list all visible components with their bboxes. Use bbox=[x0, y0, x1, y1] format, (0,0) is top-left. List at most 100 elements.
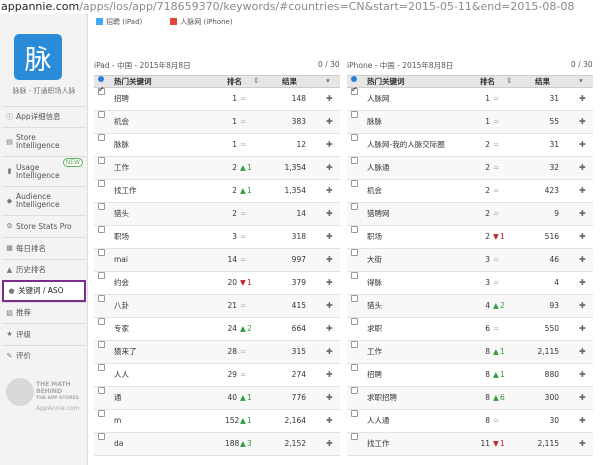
table-row[interactable]: 猎头 2 = 14 ✚ bbox=[94, 203, 340, 226]
pin-icon[interactable]: ✚ bbox=[579, 318, 586, 340]
table-row[interactable]: 工作 2 ▲ 1 1,354 ✚ bbox=[94, 157, 340, 180]
pin-icon[interactable]: ✚ bbox=[326, 203, 333, 225]
sidebar-item-0[interactable]: ⓘ App详细信息 bbox=[2, 106, 86, 127]
table-row[interactable]: mai 14 = 997 ✚ bbox=[94, 249, 340, 272]
keyword-cell[interactable]: 大街 bbox=[367, 249, 382, 271]
keyword-cell[interactable]: 招聘 bbox=[114, 88, 129, 110]
row-checkbox[interactable] bbox=[351, 180, 358, 187]
table-row[interactable]: 职场 2 ▼ 1 516 ✚ bbox=[347, 226, 593, 249]
pin-icon[interactable]: ✚ bbox=[579, 341, 586, 363]
keyword-cell[interactable]: 工作 bbox=[114, 157, 129, 179]
table-row[interactable]: 找工作 2 ▲ 1 1,354 ✚ bbox=[94, 180, 340, 203]
sidebar-item-7[interactable]: ● 关键词 / ASO bbox=[2, 280, 86, 302]
keyword-cell[interactable]: 人脉网-我的人脉交际圈 bbox=[367, 134, 445, 156]
app-icon[interactable]: 脉 bbox=[14, 34, 62, 80]
pin-icon[interactable]: ✚ bbox=[326, 295, 333, 317]
pin-icon[interactable]: ✚ bbox=[579, 134, 586, 156]
sidebar-item-9[interactable]: ★ 评级 bbox=[2, 323, 86, 345]
pin-icon[interactable]: ✚ bbox=[326, 88, 333, 110]
keyword-cell[interactable]: 专家 bbox=[114, 318, 129, 340]
table-row[interactable]: 通 40 ▲ 1 776 ✚ bbox=[94, 387, 340, 410]
keyword-cell[interactable]: 人脉通 bbox=[367, 157, 390, 179]
table-row[interactable]: 八卦 21 = 415 ✚ bbox=[94, 295, 340, 318]
pin-icon[interactable]: ✚ bbox=[326, 318, 333, 340]
table-row[interactable]: 得脉 3 = 4 ✚ bbox=[347, 272, 593, 295]
sidebar-item-5[interactable]: ▦ 每日排名 bbox=[2, 237, 86, 259]
keyword-cell[interactable]: 求职 bbox=[367, 318, 382, 340]
keyword-cell[interactable]: 求职招聘 bbox=[367, 387, 397, 409]
sidebar-item-10[interactable]: ✎ 评价 bbox=[2, 345, 86, 366]
keyword-cell[interactable]: 职场 bbox=[114, 226, 129, 248]
keyword-cell[interactable]: 人人通 bbox=[367, 410, 390, 432]
keyword-cell[interactable]: 猎头 bbox=[367, 295, 382, 317]
pin-icon[interactable]: ✚ bbox=[579, 272, 586, 294]
row-checkbox[interactable] bbox=[98, 295, 105, 302]
table-row[interactable]: 招聘 8 ▲ 1 880 ✚ bbox=[347, 364, 593, 387]
row-checkbox[interactable] bbox=[98, 364, 105, 371]
legend-item-ipad[interactable]: 招聘 (iPad) bbox=[96, 17, 142, 27]
row-checkbox[interactable] bbox=[351, 157, 358, 164]
keyword-cell[interactable]: 人人 bbox=[114, 364, 129, 386]
pin-icon[interactable]: ✚ bbox=[326, 272, 333, 294]
row-checkbox[interactable] bbox=[351, 433, 358, 440]
pin-icon[interactable]: ✚ bbox=[326, 364, 333, 386]
row-checkbox[interactable] bbox=[351, 203, 358, 210]
table-row[interactable]: 机会 1 = 383 ✚ bbox=[94, 111, 340, 134]
pin-icon[interactable]: ✚ bbox=[326, 433, 333, 455]
pin-icon[interactable]: ✚ bbox=[579, 410, 586, 432]
row-checkbox[interactable] bbox=[351, 364, 358, 371]
table-row[interactable]: m 152 ▲ 1 2,164 ✚ bbox=[94, 410, 340, 433]
sidebar-item-3[interactable]: ◆ Audience Intelligence bbox=[2, 186, 86, 215]
row-checkbox[interactable] bbox=[98, 341, 105, 348]
pin-icon[interactable]: ✚ bbox=[326, 134, 333, 156]
row-checkbox[interactable] bbox=[98, 134, 105, 141]
sidebar-item-4[interactable]: ⚙ Store Stats Pro bbox=[2, 215, 86, 237]
pin-icon[interactable]: ✚ bbox=[326, 387, 333, 409]
row-checkbox[interactable] bbox=[98, 157, 105, 164]
keyword-cell[interactable]: 猎聘网 bbox=[367, 203, 390, 225]
table-row[interactable]: 机会 2 = 423 ✚ bbox=[347, 180, 593, 203]
pin-icon[interactable]: ✚ bbox=[579, 180, 586, 202]
pin-icon[interactable]: ✚ bbox=[326, 180, 333, 202]
keyword-cell[interactable]: 机会 bbox=[367, 180, 382, 202]
table-row[interactable]: 人脉网-我的人脉交际圈 2 = 31 ✚ bbox=[347, 134, 593, 157]
select-all-radio[interactable] bbox=[351, 76, 357, 82]
table-row[interactable]: 人脉网 1= 31 ✚ bbox=[347, 85, 593, 111]
keyword-cell[interactable]: 找工作 bbox=[114, 180, 137, 202]
table-row[interactable]: da 188 ▲ 3 2,152 ✚ bbox=[94, 433, 340, 456]
row-checkbox[interactable] bbox=[98, 203, 105, 210]
pin-icon[interactable]: ✚ bbox=[579, 295, 586, 317]
row-checkbox[interactable] bbox=[351, 226, 358, 233]
table-row[interactable]: 大街 3 = 46 ✚ bbox=[347, 249, 593, 272]
row-checkbox[interactable] bbox=[98, 433, 105, 440]
keyword-cell[interactable]: 猎头 bbox=[114, 203, 129, 225]
pin-icon[interactable]: ✚ bbox=[326, 341, 333, 363]
keyword-cell[interactable]: 职场 bbox=[367, 226, 382, 248]
sort-arrow-icon[interactable]: ▾ bbox=[579, 76, 583, 85]
row-checkbox[interactable] bbox=[351, 111, 358, 118]
pin-icon[interactable]: ✚ bbox=[326, 157, 333, 179]
keyword-cell[interactable]: 猿来了 bbox=[114, 341, 137, 363]
table-row[interactable]: 脉脉 1 = 55 ✚ bbox=[347, 111, 593, 134]
table-row[interactable]: 求职 6 = 550 ✚ bbox=[347, 318, 593, 341]
table-row[interactable]: 人人通 8 = 30 ✚ bbox=[347, 410, 593, 433]
header-results[interactable]: 结果 bbox=[282, 76, 297, 87]
row-checkbox[interactable] bbox=[351, 85, 358, 95]
keyword-cell[interactable]: 工作 bbox=[367, 341, 382, 363]
keyword-cell[interactable]: 脉脉 bbox=[114, 134, 129, 156]
header-rank[interactable]: 排名 bbox=[480, 76, 495, 87]
pin-icon[interactable]: ✚ bbox=[326, 249, 333, 271]
keyword-cell[interactable]: 招聘 bbox=[367, 364, 382, 386]
table-row[interactable]: 找工作 11 ▼ 1 2,115 ✚ bbox=[347, 433, 593, 456]
sidebar-item-8[interactable]: ▨ 推荐 bbox=[2, 302, 86, 323]
keyword-cell[interactable]: 机会 bbox=[114, 111, 129, 133]
sort-arrow-icon[interactable]: ▾ bbox=[326, 76, 330, 85]
row-checkbox[interactable] bbox=[98, 249, 105, 256]
table-row[interactable]: 求职招聘 8 ▲ 6 300 ✚ bbox=[347, 387, 593, 410]
pin-icon[interactable]: ✚ bbox=[579, 111, 586, 133]
table-row[interactable]: 人脉通 2 = 32 ✚ bbox=[347, 157, 593, 180]
header-results[interactable]: 结果 bbox=[535, 76, 550, 87]
row-checkbox[interactable] bbox=[98, 226, 105, 233]
sort-icon[interactable]: ⇕ bbox=[253, 76, 259, 85]
promo-banner[interactable]: THE MATH BEHIND THE APP STORES AppAnnie.… bbox=[6, 378, 84, 418]
